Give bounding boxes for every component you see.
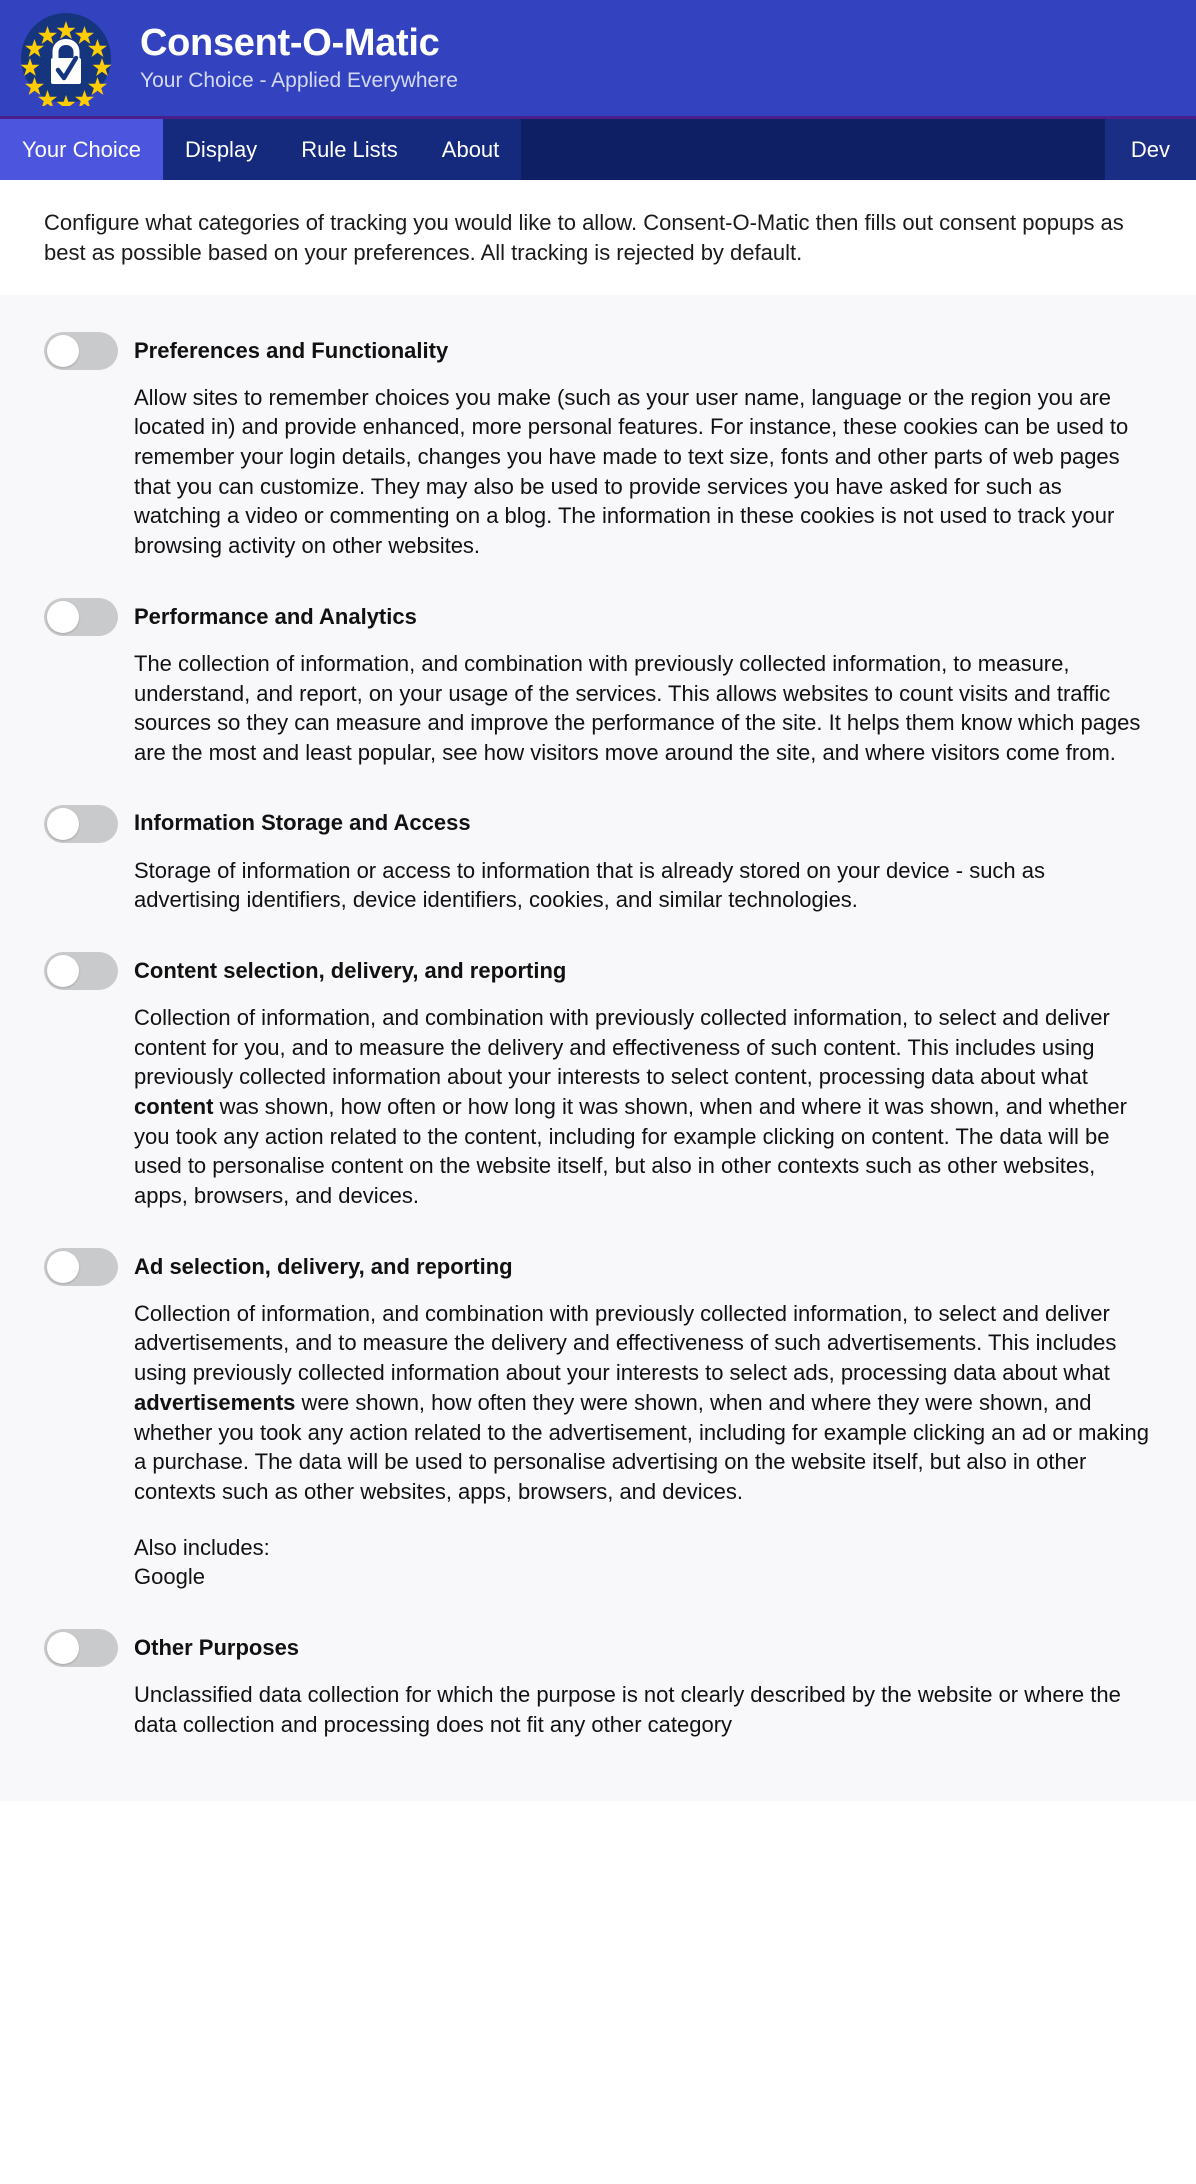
toggle-ad-selection-delivery-and-reporting[interactable] [44,1247,118,1286]
intro-section: Configure what categories of tracking yo… [0,180,1196,295]
category-header: Performance and Analytics [44,595,1152,639]
category-body: The collection of information, and combi… [134,649,1152,768]
also-includes-value: Google [134,1564,205,1590]
tab-your-choice-label: Your Choice [22,136,142,162]
category-header: Other Purposes [44,1626,1152,1670]
app-title: Consent-O-Matic [140,21,440,64]
toggle-performance-and-analytics[interactable] [44,597,118,636]
category-other-purposes: Other Purposes Unclassified data collect… [0,1614,1196,1761]
category-body: Storage of information or access to info… [134,856,1152,915]
description-part2: was shown, how often or how long it was … [134,1094,1127,1209]
toggle-preferences-and-functionality[interactable] [44,331,118,370]
toggle-content-selection-delivery-and-reporting[interactable] [44,951,118,990]
also-includes-block: Also includes: Google [134,1533,1152,1592]
nav-right-group: Dev [1104,119,1196,180]
tab-about-label: About [441,136,500,162]
tab-dev-label: Dev [1130,136,1170,162]
category-description: The collection of information, and combi… [134,650,1141,765]
app-tagline: Your Choice - Applied Everywhere [140,69,458,93]
category-description: Storage of information or access to info… [134,857,1046,913]
category-ad-selection-delivery-and-reporting: Ad selection, delivery, and reporting Co… [0,1233,1196,1614]
category-title: Ad selection, delivery, and reporting [134,1253,513,1279]
description-emphasis: advertisements [134,1389,296,1415]
also-includes-label: Also includes: [134,1534,270,1560]
eu-padlock-check-icon [18,10,114,106]
toggle-knob [47,1250,79,1283]
main-navigation: Your Choice Display Rule Lists About Dev [0,116,1196,180]
category-header: Ad selection, delivery, and reporting [44,1245,1152,1289]
tab-display-label: Display [185,136,258,162]
category-header: Information Storage and Access [44,802,1152,846]
app-header: Consent-O-Matic Your Choice - Applied Ev… [0,0,1196,116]
toggle-knob [47,1631,79,1664]
category-body: Unclassified data collection for which t… [134,1680,1152,1739]
description-part1: Collection of information, and combinati… [134,1004,1110,1090]
tab-display[interactable]: Display [163,119,279,180]
category-performance-and-analytics: Performance and Analytics The collection… [0,583,1196,790]
header-text-block: Consent-O-Matic Your Choice - Applied Ev… [140,21,458,93]
tab-rule-lists-label: Rule Lists [301,136,398,162]
category-information-storage-and-access: Information Storage and Access Storage o… [0,790,1196,937]
category-body: Collection of information, and combinati… [134,1299,1152,1592]
nav-spacer [521,119,1105,180]
category-title: Preferences and Functionality [134,337,449,363]
category-body: Allow sites to remember choices you make… [134,383,1152,561]
category-body: Collection of information, and combinati… [134,1003,1152,1211]
category-description: Unclassified data collection for which t… [134,1681,1121,1737]
category-title: Information Storage and Access [134,810,471,836]
category-content-selection-delivery-and-reporting: Content selection, delivery, and reporti… [0,937,1196,1233]
category-preferences-and-functionality: Preferences and Functionality Allow site… [0,317,1196,583]
category-description: Allow sites to remember choices you make… [134,384,1129,559]
category-list: Preferences and Functionality Allow site… [0,294,1196,1802]
description-emphasis: content [134,1094,214,1120]
category-description: Collection of information, and combinati… [134,1003,1152,1211]
category-title: Performance and Analytics [134,603,417,629]
toggle-information-storage-and-access[interactable] [44,804,118,843]
tab-about[interactable]: About [420,119,522,180]
category-title: Content selection, delivery, and reporti… [134,957,567,983]
nav-left-group: Your Choice Display Rule Lists About [0,119,521,180]
description-part1: Collection of information, and combinati… [134,1300,1117,1386]
tab-rule-lists[interactable]: Rule Lists [279,119,420,180]
toggle-knob [47,807,79,840]
category-header: Preferences and Functionality [44,329,1152,373]
toggle-knob [47,954,79,987]
category-description: Collection of information, and combinati… [134,1299,1152,1507]
toggle-knob [47,334,79,367]
intro-text: Configure what categories of tracking yo… [44,210,1124,266]
toggle-knob [47,600,79,633]
category-title: Other Purposes [134,1634,300,1660]
tab-dev[interactable]: Dev [1104,119,1196,180]
category-header: Content selection, delivery, and reporti… [44,949,1152,993]
tab-your-choice[interactable]: Your Choice [0,119,164,180]
toggle-other-purposes[interactable] [44,1628,118,1667]
